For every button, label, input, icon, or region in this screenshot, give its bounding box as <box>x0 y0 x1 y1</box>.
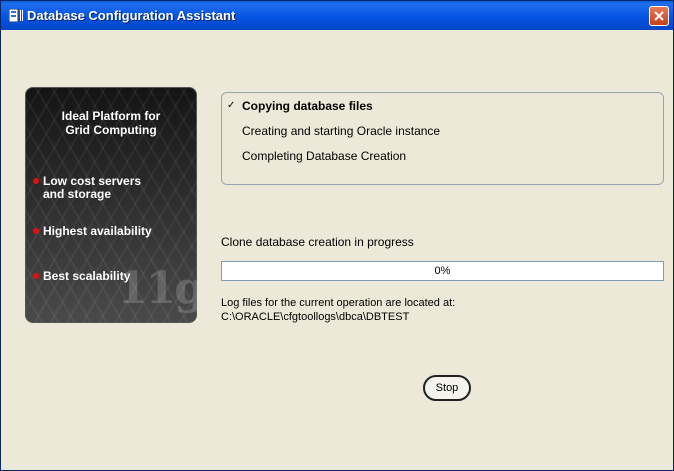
close-icon <box>654 11 664 21</box>
log-path: C:\ORACLE\cfgtoollogs\dbca\DBTEST <box>221 311 410 323</box>
log-line1: Log files for the current operation are … <box>221 297 456 309</box>
brand-bullet-line2: and storage <box>43 187 112 201</box>
title-bar[interactable]: Database Configuration Assistant <box>1 1 673 30</box>
step-copying-files: Copying database files <box>242 99 373 113</box>
brand-title: Ideal Platform for Grid Computing <box>25 109 197 137</box>
oracle-brand-image: Ideal Platform for Grid Computing Low co… <box>25 87 197 323</box>
dbca-window: Database Configuration Assistant Ideal P… <box>0 0 674 471</box>
bullet-dot-icon <box>33 273 39 279</box>
log-location: Log files for the current operation are … <box>221 296 455 324</box>
step-creating-instance: Creating and starting Oracle instance <box>242 124 441 138</box>
steps-list: ✓ Copying database files Creating and st… <box>221 92 664 185</box>
brand-bullet: Highest availability <box>33 224 197 238</box>
close-button[interactable] <box>649 6 669 26</box>
bullet-dot-icon <box>33 228 39 234</box>
stop-button[interactable]: Stop <box>423 375 471 401</box>
step-completing-creation: Completing Database Creation <box>242 149 407 163</box>
progress-label: Clone database creation in progress <box>221 235 414 249</box>
brand-bullet: Low cost servers and storage <box>33 175 197 201</box>
bullet-dot-icon <box>33 178 39 184</box>
brand-bullet-line1: Highest availability <box>43 224 152 238</box>
oracle-11g-logo: 11g <box>117 263 197 314</box>
app-icon <box>9 9 23 22</box>
brand-title-line1: Ideal Platform for <box>61 109 161 123</box>
brand-title-line2: Grid Computing <box>65 123 157 137</box>
window-title: Database Configuration Assistant <box>27 8 236 23</box>
progress-bar: 0% <box>221 261 664 281</box>
progress-percent: 0% <box>434 265 451 277</box>
checkmark-icon: ✓ <box>227 100 236 111</box>
